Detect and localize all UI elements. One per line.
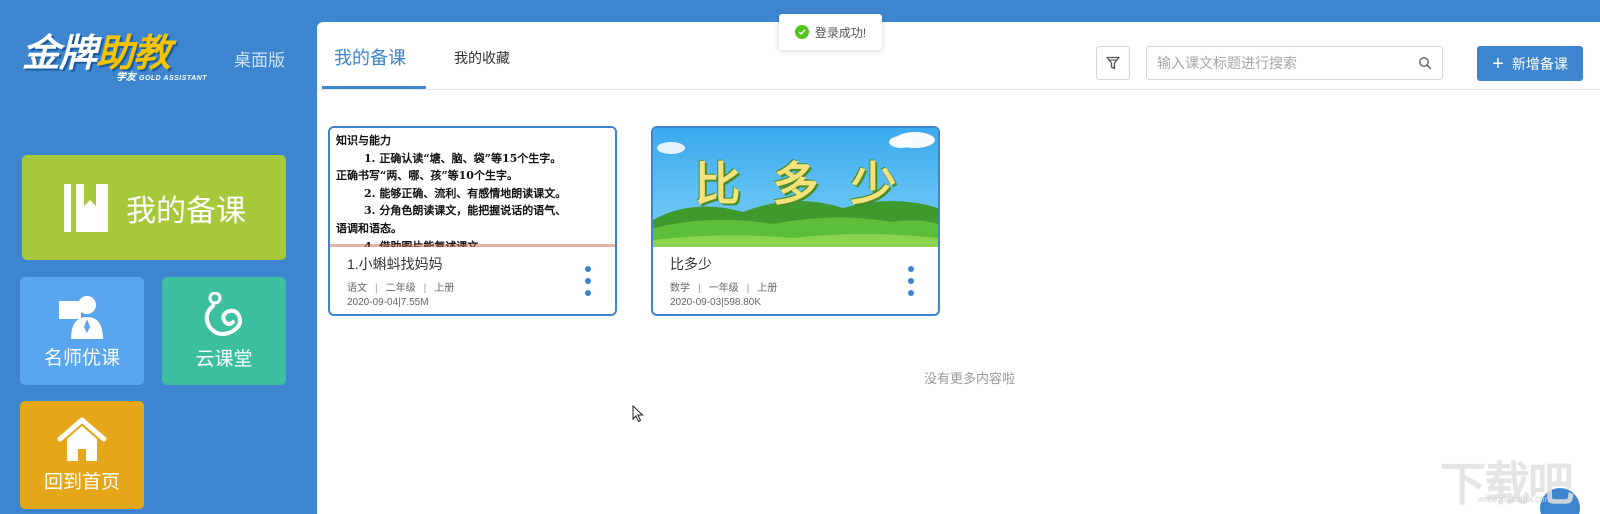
sidebar-home-button[interactable]: 回到首页 <box>20 401 144 509</box>
more-options-icon[interactable] <box>905 266 917 296</box>
lesson-size: 7.55M <box>400 297 429 308</box>
search-icon[interactable] <box>1418 56 1432 70</box>
filter-icon <box>1106 56 1120 70</box>
lesson-meta-date: 2020-09-04|7.55M <box>347 297 429 308</box>
book-bookmark-icon <box>64 183 108 232</box>
teacher-icon <box>59 295 103 339</box>
lesson-volume: 上册 <box>757 283 778 294</box>
active-tab-indicator <box>322 86 426 89</box>
lesson-size: 598.80K <box>723 297 762 308</box>
lesson-volume: 上册 <box>434 283 455 294</box>
lesson-meta: 语文 | 二年级 | 上册 <box>347 283 455 294</box>
check-circle-icon <box>794 25 809 39</box>
watermark: 下载吧 <box>1440 457 1574 511</box>
lesson-date: 2020-09-04 <box>347 297 399 308</box>
sidebar-my-lessons-label: 我的备课 <box>126 194 246 228</box>
cloud-swirl-icon <box>204 291 242 336</box>
thumb-line: 知识与能力 <box>336 134 391 147</box>
logo-sub-a: 学友 <box>116 72 136 83</box>
toast-text: 登录成功! <box>814 25 867 40</box>
filter-button[interactable] <box>1096 46 1130 80</box>
lesson-grade: 一年级 <box>708 283 739 294</box>
mouse-cursor-icon <box>632 405 644 423</box>
add-lesson-button[interactable]: + 新增备课 <box>1477 46 1583 81</box>
edition-label: 桌面版 <box>234 51 285 70</box>
thumb-line: 正确书写“两、哪、孩”等10个生字。 <box>336 169 518 183</box>
app-logo: 金牌助教 学友 GOLD ASSISTANT 桌面版 <box>20 20 290 100</box>
tab-my-lessons[interactable]: 我的备课 <box>334 44 406 70</box>
lesson-date: 2020-09-03 <box>670 297 722 308</box>
lesson-subject: 数学 <box>670 283 690 294</box>
logo-text-a: 金牌 <box>22 33 97 75</box>
sidebar-famous-teacher-label: 名师优课 <box>43 347 120 369</box>
sidebar-home-label: 回到首页 <box>43 471 120 493</box>
sidebar-my-lessons-button[interactable]: 我的备课 <box>22 155 286 260</box>
lesson-card[interactable]: 比多少 比多少 数学 | 一年级 | 上册 2020-09-03|598.80K <box>651 126 940 316</box>
main-panel: 我的备课 我的收藏 + 新增备课 知识与能力 1. 正确认读“塘、脑、袋”等15… <box>317 22 1600 514</box>
search-input[interactable] <box>1147 47 1407 79</box>
tab-bar: 我的备课 我的收藏 + 新增备课 <box>317 22 1600 90</box>
more-options-icon[interactable] <box>582 266 594 296</box>
lesson-meta: 数学 | 一年级 | 上册 <box>670 283 778 294</box>
login-success-toast: 登录成功! <box>779 14 882 50</box>
sidebar-cloud-class-label: 云课堂 <box>195 348 253 370</box>
home-icon <box>57 417 107 461</box>
thumb-line: 1. 正确认读“塘、脑、袋”等15个生字。 <box>364 151 562 165</box>
thumb-line: 语调和语态。 <box>336 221 402 235</box>
thumb-line: 3. 分角色朗读课文，能把握说话的语气、 <box>364 204 567 218</box>
lesson-thumbnail: 比多少 <box>653 128 938 247</box>
logo-sub-b: GOLD ASSISTANT <box>139 75 208 82</box>
thumb-line: 2. 能够正确、流利、有感情地朗读课文。 <box>364 186 567 200</box>
tab-my-favorites[interactable]: 我的收藏 <box>454 48 510 68</box>
lesson-title: 比多少 <box>670 256 712 272</box>
add-lesson-label: 新增备课 <box>1511 55 1568 72</box>
watermark-url: www.xiazaiba.com <box>1478 494 1553 504</box>
no-more-content-hint: 没有更多内容啦 <box>924 371 1016 386</box>
search-box <box>1146 46 1443 80</box>
thumb-title: 比多少 <box>694 157 929 211</box>
lesson-grade: 二年级 <box>385 283 416 294</box>
lesson-thumbnail: 知识与能力 1. 正确认读“塘、脑、袋”等15个生字。 正确书写“两、哪、孩”等… <box>330 128 615 247</box>
lesson-meta-date: 2020-09-03|598.80K <box>670 297 762 308</box>
lesson-subject: 语文 <box>347 283 367 294</box>
plus-icon: + <box>1492 52 1504 75</box>
lesson-card[interactable]: 知识与能力 1. 正确认读“塘、脑、袋”等15个生字。 正确书写“两、哪、孩”等… <box>328 126 617 316</box>
sidebar-famous-teacher-button[interactable]: 名师优课 <box>20 277 144 385</box>
sidebar-cloud-class-button[interactable]: 云课堂 <box>162 277 286 385</box>
lesson-title: 1.小蝌蚪找妈妈 <box>347 256 443 272</box>
